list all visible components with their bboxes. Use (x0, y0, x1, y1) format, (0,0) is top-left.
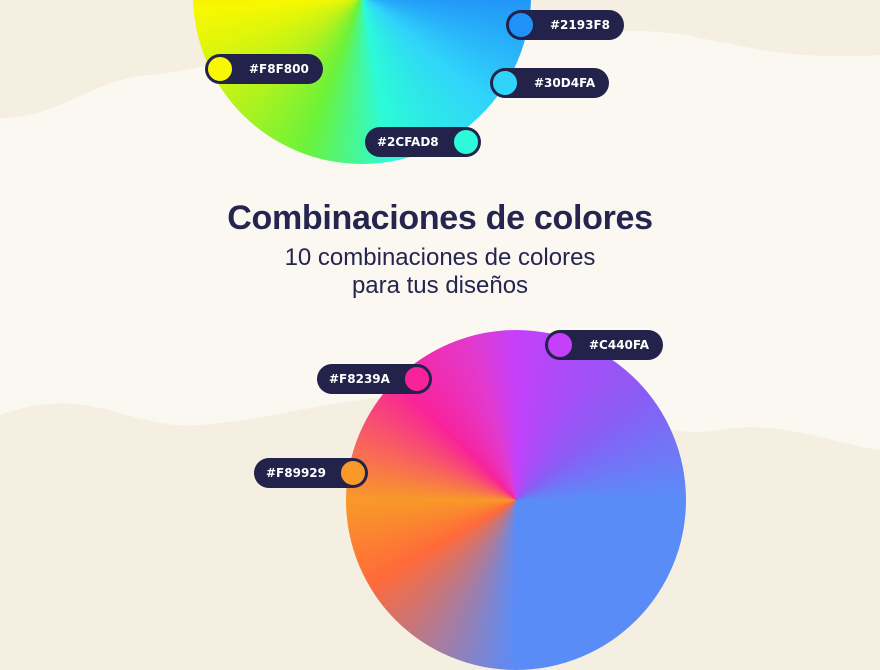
swatch-chip-2193f8: #2193F8 (506, 10, 624, 40)
swatch-dot (546, 331, 574, 359)
swatch-label: #30D4FA (534, 76, 596, 90)
swatch-chip-f8239a: #F8239A (317, 364, 432, 394)
swatch-chip-30d4fa: #30D4FA (490, 68, 610, 98)
subtitle-line-1: 10 combinaciones de colores (284, 244, 596, 271)
swatch-chip-f89929: #F89929 (254, 458, 368, 488)
swatch-dot (491, 69, 519, 97)
swatch-label: #2193F8 (550, 18, 610, 32)
swatch-chip-2cfad8: #2CFAD8 (365, 127, 481, 157)
subtitle-line-2: para tus diseños (351, 272, 529, 299)
swatch-chip-f8f800: #F8F800 (205, 54, 323, 84)
swatch-label: #F8F800 (249, 62, 309, 76)
swatch-label: #C440FA (589, 338, 650, 352)
swatch-label: #2CFAD8 (377, 135, 439, 149)
page-subtitle: 10 combinaciones de colores para tus dis… (0, 244, 880, 300)
swatch-label: #F89929 (266, 466, 326, 480)
swatch-chip-c440fa: #C440FA (545, 330, 664, 360)
swatch-dot (339, 459, 367, 487)
swatch-label: #F8239A (329, 372, 390, 386)
swatch-dot (402, 365, 431, 393)
page-title: Combinaciones de colores (227, 199, 653, 237)
swatch-dot (451, 128, 480, 156)
swatch-dot (507, 11, 535, 39)
swatch-dot (206, 55, 234, 83)
